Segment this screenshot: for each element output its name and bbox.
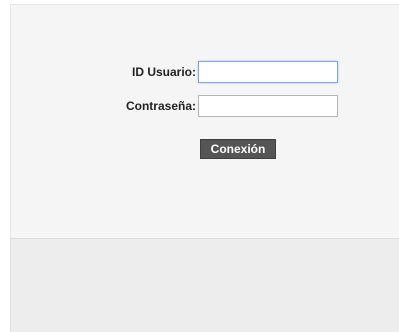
user-id-input[interactable] <box>198 61 338 83</box>
login-form: ID Usuario: Contraseña: Conexión <box>10 4 399 238</box>
connect-button[interactable]: Conexión <box>200 139 276 159</box>
password-label: Contraseña: <box>125 99 196 113</box>
password-row: Contraseña: <box>11 95 399 119</box>
footer-area <box>10 238 399 332</box>
user-id-row: ID Usuario: <box>11 61 399 85</box>
user-id-label: ID Usuario: <box>131 65 196 79</box>
password-input[interactable] <box>198 95 338 117</box>
login-page: ID Usuario: Contraseña: Conexión <box>0 0 399 332</box>
